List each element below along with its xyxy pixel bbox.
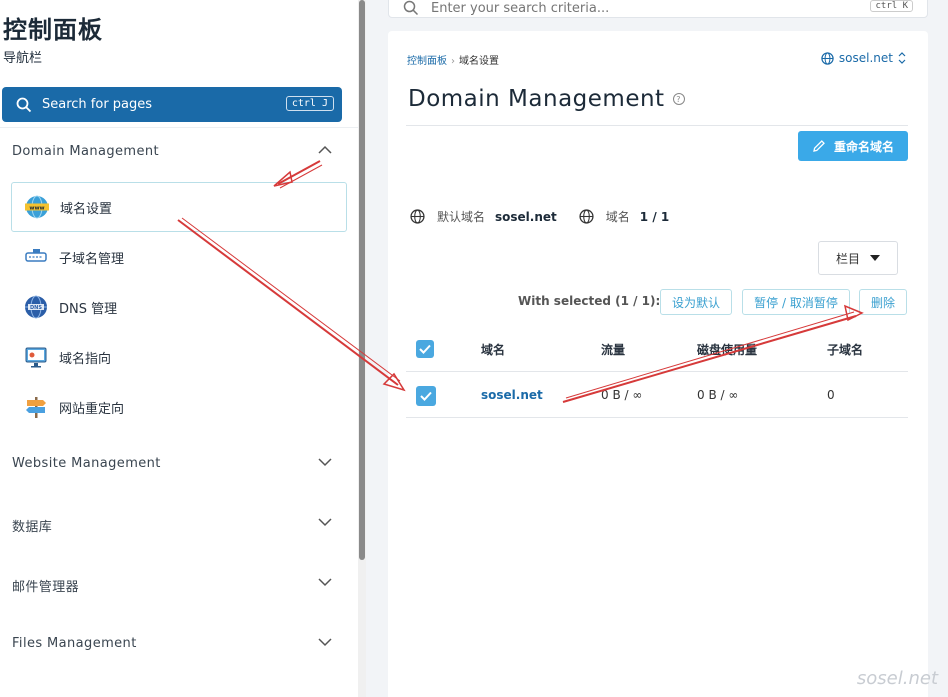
signpost-icon [23,394,49,420]
section-databases[interactable]: 数据库 [12,516,332,535]
section-label: 邮件管理器 [12,580,80,595]
section-label: Files Management [12,636,137,651]
section-label: Website Management [12,456,161,471]
svg-text:DNS: DNS [30,305,42,311]
sidebar-item-label: DNS 管理 [59,301,118,317]
sidebar-item-domain-settings[interactable]: www 域名设置 [11,182,347,232]
section-website-management[interactable]: Website Management [12,456,332,471]
sidebar-item-subdomains[interactable]: 子域名管理 [11,232,347,282]
sidebar-scrollbar[interactable] [358,0,366,697]
chevron-down-icon [318,638,332,647]
help-icon[interactable]: ? [672,93,685,105]
check-icon [419,344,431,354]
divider [406,125,908,126]
column-header-domain[interactable]: 域名 [481,341,505,358]
subdomain-icon [23,244,49,270]
columns-dropdown[interactable]: 栏目 [818,241,898,275]
scrollbar-thumb[interactable] [359,0,365,560]
set-default-button[interactable]: 设为默认 [660,289,732,315]
chevron-down-icon [318,518,332,527]
page-title: Domain Management ? [408,86,685,112]
sidebar-item-redirects[interactable]: 网站重定向 [11,382,347,432]
pencil-icon [813,140,825,152]
breadcrumb-current: 域名设置 [459,56,499,67]
column-header-disk-usage[interactable]: 磁盘使用量 [697,341,757,358]
breadcrumb-separator: › [451,56,455,67]
page-title-text: Domain Management [408,86,665,112]
suspend-toggle-button[interactable]: 暂停 / 取消暂停 [742,289,850,315]
domain-count-value: 1 / 1 [639,209,670,224]
sidebar-item-dns[interactable]: DNS DNS 管理 [11,282,347,332]
globe-icon [579,209,594,224]
search-icon [16,97,32,112]
selection-label: With selected (1 / 1): [518,294,661,308]
search-shortcut-badge: ctrl J [285,96,334,111]
caret-down-icon [870,255,880,261]
chevron-down-icon [318,578,332,587]
search-icon [403,0,419,16]
default-domain-label: 默认域名 [437,210,486,224]
divider [406,371,908,372]
section-files-management[interactable]: Files Management [12,636,332,651]
subdomains-cell: 0 [827,388,835,402]
sidebar-item-domain-pointer[interactable]: 域名指向 [11,332,347,382]
select-all-checkbox[interactable] [416,340,434,358]
global-search-shortcut: ctrl K [870,0,913,12]
row-checkbox[interactable] [416,386,436,406]
section-label: Domain Management [12,144,160,159]
column-header-subdomains[interactable]: 子域名 [827,341,863,358]
chevron-up-down-icon [898,52,906,64]
check-icon [420,391,432,401]
divider [406,417,908,418]
main-panel: 控制面板 › 域名设置 sosel.net Domain Management ? … [388,31,928,697]
sidebar: 控制面板 导航栏 Search for pages ctrl J Domain … [0,0,358,697]
dns-globe-icon: DNS [23,294,49,320]
section-label: 数据库 [12,520,53,535]
default-domain-value: sosel.net [495,209,557,224]
domain-link[interactable]: sosel.net [481,388,543,402]
disk-usage-cell: 0 B / ∞ [697,388,739,402]
monitor-icon [23,344,49,370]
domain-selector-value: sosel.net [838,51,893,65]
domain-count-label: 域名 [605,210,630,224]
divider [0,127,358,128]
column-header-traffic[interactable]: 流量 [601,341,625,358]
www-globe-icon: www [24,194,50,220]
globe-icon [821,51,834,65]
rename-domain-label: 重命名域名 [833,139,894,154]
chevron-down-icon [318,458,332,467]
svg-text:www: www [29,205,44,211]
columns-label: 栏目 [835,251,860,266]
rename-domain-button[interactable]: 重命名域名 [797,131,908,161]
sidebar-subtitle: 导航栏 [3,51,43,66]
search-button-label: Search for pages [42,97,153,112]
sidebar-item-label: 域名设置 [60,201,113,217]
section-mail-manager[interactable]: 邮件管理器 [12,576,332,595]
sidebar-item-label: 域名指向 [59,351,112,367]
page-search-button[interactable]: Search for pages ctrl J [2,87,342,122]
chevron-up-icon [318,145,332,154]
sidebar-item-label: 子域名管理 [59,251,125,267]
traffic-cell: 0 B / ∞ [601,388,643,402]
domain-info: 默认域名 sosel.net 域名 1 / 1 [410,208,691,225]
section-domain-management[interactable]: Domain Management [12,144,332,159]
delete-button[interactable]: 删除 [859,289,907,315]
sidebar-item-label: 网站重定向 [59,401,125,417]
global-search-bar[interactable]: ctrl K [388,0,928,18]
breadcrumb: 控制面板 › 域名设置 [407,52,499,67]
watermark: sosel.net [856,668,938,689]
breadcrumb-link-control-panel[interactable]: 控制面板 [407,56,447,67]
globe-icon [410,209,425,224]
sidebar-title: 控制面板 [3,16,103,44]
domain-selector[interactable]: sosel.net [821,51,906,65]
global-search-input[interactable] [431,0,831,16]
